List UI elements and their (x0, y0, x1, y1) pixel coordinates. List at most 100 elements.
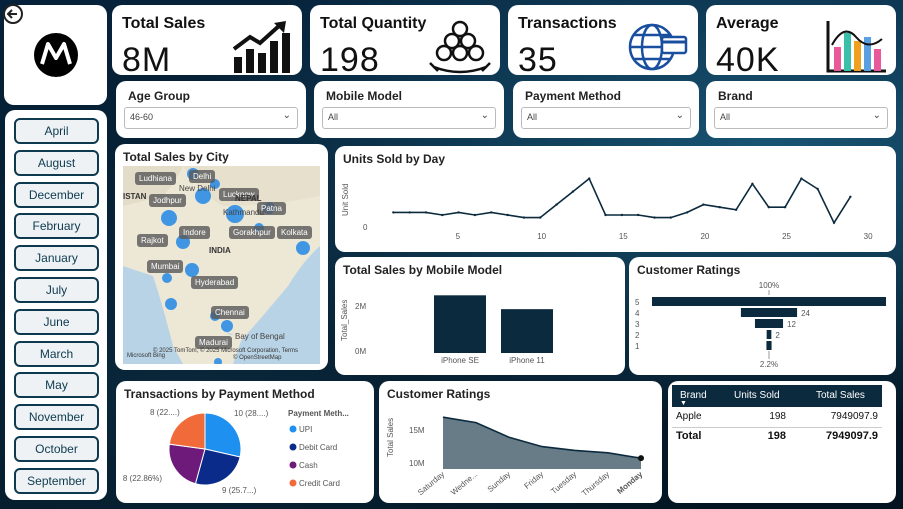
units-point[interactable] (539, 216, 542, 219)
map-area[interactable]: Ludhiana Delhi New Delhi Lucknow Jodhpur Patn… (123, 166, 320, 364)
month-button[interactable]: January (14, 245, 99, 272)
units-point[interactable] (392, 211, 395, 214)
funnel-bar[interactable] (740, 308, 798, 317)
x-tick-label: iPhone 11 (509, 356, 545, 365)
chevron-down-icon: ⌄ (872, 110, 881, 121)
funnel-bar[interactable] (652, 297, 886, 306)
units-point[interactable] (506, 213, 509, 217)
units-point[interactable] (849, 195, 852, 198)
pie-slice[interactable] (168, 412, 206, 450)
slicer-dropdown[interactable]: 46-60 ⌄ (124, 107, 298, 129)
month-button[interactable]: December (14, 181, 99, 208)
units-point[interactable] (620, 213, 624, 217)
slicer-value: All (328, 112, 339, 122)
units-point[interactable] (441, 213, 444, 217)
month-button[interactable]: November (14, 404, 99, 431)
units-point[interactable] (702, 203, 705, 206)
slicer-label: Payment Method (525, 89, 622, 103)
month-button[interactable]: June (14, 308, 99, 335)
header-units[interactable]: Units Sold (734, 390, 780, 401)
legend-swatch (289, 443, 297, 451)
units-point[interactable] (571, 190, 575, 193)
units-point[interactable] (669, 216, 673, 219)
map-card: Total Sales by City Ludhiana Delhi New Del… (115, 144, 328, 370)
model-bar[interactable] (434, 295, 486, 353)
units-point[interactable] (767, 206, 770, 209)
units-point[interactable] (457, 211, 460, 214)
table-row[interactable]: Apple 198 7949097.9 (672, 411, 882, 425)
ratings-funnel-card: Customer Ratings 5 4 24 3 12 2 2 1 100% 2.2% (629, 257, 896, 375)
month-button[interactable]: March (14, 340, 99, 367)
month-button[interactable]: August (14, 149, 99, 176)
units-point[interactable] (636, 213, 640, 217)
slicer-dropdown[interactable]: All ⌄ (521, 107, 691, 129)
city-label: Mumbai (147, 260, 184, 273)
header-sales[interactable]: Total Sales (816, 390, 865, 401)
units-point[interactable] (604, 213, 607, 217)
city-bubble[interactable] (165, 298, 177, 310)
units-point[interactable] (816, 187, 819, 191)
city-bubble[interactable] (296, 241, 310, 255)
city-bubble[interactable] (221, 320, 233, 332)
funnel-category-label: 4 (635, 309, 640, 318)
city-label: New Delhi (179, 184, 216, 193)
units-point[interactable] (751, 182, 754, 185)
sort-desc-icon[interactable]: ▼ (680, 400, 687, 407)
slicer-dropdown[interactable]: All ⌄ (322, 107, 496, 129)
month-button[interactable]: April (14, 118, 99, 144)
sales-by-model-chart: iPhone SE iPhone 11 2M 0M Total_Sales (340, 295, 553, 365)
funnel-bar[interactable] (754, 319, 784, 328)
globe-card-icon (628, 23, 688, 71)
legend-label: Credit Card (299, 479, 340, 488)
country-label: INDIA (209, 246, 231, 255)
y-axis-label: Total Sales (386, 418, 395, 457)
slicer-brand: Brand All ⌄ (706, 81, 896, 138)
kpi-total-sales: Total Sales 8M (112, 5, 302, 75)
units-point[interactable] (718, 206, 721, 209)
units-by-day-chart: 0 Unit Sold 5 10 15 20 25 30 (341, 177, 873, 241)
cell-sales: 7949097.9 (830, 411, 878, 422)
city-label: Rajkot (137, 234, 168, 247)
area-point[interactable] (638, 455, 644, 462)
slicer-payment-method: Payment Method All ⌄ (513, 81, 699, 138)
month-button[interactable]: October (14, 436, 99, 462)
month-button[interactable]: February (14, 213, 99, 240)
funnel-bar[interactable] (766, 330, 772, 339)
units-point[interactable] (555, 203, 558, 206)
funnel-category-label: 1 (635, 342, 640, 351)
slicer-dropdown[interactable]: All ⌄ (714, 107, 888, 129)
units-point[interactable] (587, 177, 591, 180)
units-point[interactable] (473, 213, 477, 217)
units-point[interactable] (522, 216, 526, 219)
month-button[interactable]: September (14, 467, 99, 494)
units-point[interactable] (408, 211, 411, 214)
units-point[interactable] (783, 206, 787, 209)
cell-units: 198 (769, 411, 786, 422)
units-point[interactable] (424, 211, 428, 214)
funnel-top-pct: 100% (759, 281, 779, 290)
x-tick-label: Tuesday (549, 470, 578, 496)
month-button[interactable]: July (14, 277, 99, 303)
country-label: ISTAN (123, 192, 147, 201)
city-bubble[interactable] (162, 273, 172, 283)
funnel-bar[interactable] (766, 341, 772, 350)
month-button[interactable]: May (14, 372, 99, 399)
model-bar[interactable] (501, 309, 553, 353)
units-point[interactable] (734, 208, 738, 211)
units-point[interactable] (800, 177, 803, 180)
slicer-label: Brand (718, 89, 753, 103)
sales-by-model-card: Total Sales by Mobile Model iPhone SE iPh… (335, 257, 625, 375)
city-bubble[interactable] (161, 210, 177, 226)
pie-slice-label: 8 (22.86%) (123, 474, 162, 483)
units-point[interactable] (653, 216, 656, 219)
slicer-value: 46-60 (130, 112, 154, 122)
city-bubble[interactable] (214, 358, 222, 364)
units-point[interactable] (685, 211, 689, 214)
funnel-value-label: 2 (775, 331, 780, 340)
city-bubble[interactable] (185, 263, 199, 277)
map-attribution: © 2025 TomTom, © 2025 Microsoft Corporat… (153, 348, 299, 354)
units-point[interactable] (832, 221, 836, 224)
legend-title: Payment Meth... (288, 409, 349, 418)
units-point[interactable] (490, 211, 493, 214)
back-button[interactable] (3, 4, 23, 24)
